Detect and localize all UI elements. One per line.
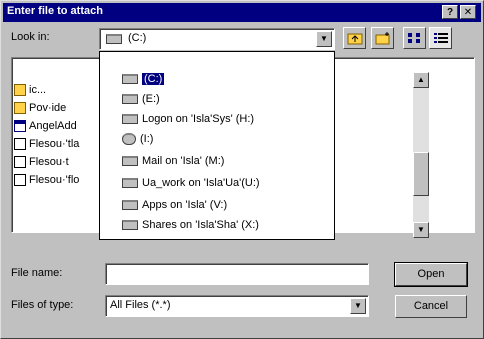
network-drive-icon	[122, 178, 138, 188]
look-in-dropdown-list[interactable]: (C:) (E:) Logon on 'Isla'Sys' (H:) (I:) …	[99, 51, 429, 240]
look-in-combo[interactable]: (C:) ▼	[99, 28, 335, 50]
list-view-icon	[407, 33, 420, 43]
drive-icon	[106, 34, 122, 44]
look-in-value: (C:)	[128, 32, 147, 44]
file-name-input[interactable]	[105, 263, 369, 285]
list-item[interactable]: ic...	[14, 82, 46, 98]
details-view-icon	[433, 33, 448, 43]
list-item[interactable]: Flesou·'tla	[14, 136, 79, 152]
file-type-dropdown-button[interactable]: ▼	[350, 298, 366, 314]
drive-list-item[interactable]: Mail on 'Isla' (M:)	[122, 152, 224, 170]
drive-list-item[interactable]: Apps on 'Isla' (V:)	[122, 196, 227, 214]
attach-file-dialog: Enter file to attach ? ✕ Look in: (C:) ▼	[0, 0, 484, 339]
drive-icon	[122, 74, 138, 84]
cd-drive-icon	[122, 133, 136, 145]
look-in-label: Look in:	[11, 31, 50, 43]
open-button[interactable]: Open	[394, 262, 468, 287]
file-name-label: File name:	[11, 267, 63, 279]
close-button[interactable]: ✕	[460, 5, 476, 19]
file-icon	[14, 156, 26, 168]
folder-icon	[14, 84, 26, 96]
up-one-level-button[interactable]	[343, 27, 366, 49]
scroll-thumb[interactable]	[413, 152, 429, 196]
list-item[interactable]: AngelAdd	[14, 118, 77, 134]
list-item[interactable]: Pov·ide	[14, 100, 66, 116]
folder-icon	[14, 102, 26, 114]
look-in-dropdown-button[interactable]: ▼	[316, 31, 332, 47]
help-button[interactable]: ?	[442, 5, 458, 19]
cancel-button[interactable]: Cancel	[395, 295, 467, 318]
window-title: Enter file to attach	[7, 5, 103, 17]
up-folder-icon	[347, 33, 362, 45]
drive-list-item[interactable]: (E:)	[122, 90, 160, 108]
list-item[interactable]: Flesou·'flo	[14, 172, 79, 188]
document-icon	[14, 120, 26, 132]
drive-icon	[122, 94, 138, 104]
network-drive-icon	[122, 220, 138, 230]
network-drive-icon	[122, 156, 138, 166]
chevron-down-icon: ▼	[354, 301, 362, 310]
chevron-down-icon: ▼	[320, 34, 328, 43]
drive-list-item[interactable]: (I:)	[122, 130, 153, 148]
list-item[interactable]: Flesou·t	[14, 154, 69, 170]
new-folder-button[interactable]	[371, 27, 394, 49]
drive-list-item[interactable]: Ua_work on 'Isla'Ua'(U:)	[122, 174, 260, 192]
dropdown-scrollbar[interactable]: ▲ ▼	[413, 72, 429, 238]
details-view-button[interactable]	[429, 27, 452, 49]
file-icon	[14, 174, 26, 186]
drive-list-item[interactable]: Logon on 'Isla'Sys' (H:)	[122, 110, 254, 128]
network-drive-icon	[122, 200, 138, 210]
drive-list-item[interactable]: Shares on 'Isla'Sha' (X:)	[122, 216, 259, 234]
network-drive-icon	[122, 114, 138, 124]
drive-list-item[interactable]: (C:)	[122, 70, 165, 88]
file-type-value: All Files (*.*)	[110, 299, 171, 311]
scroll-down-button[interactable]: ▼	[413, 222, 429, 238]
file-type-combo[interactable]: All Files (*.*) ▼	[105, 295, 369, 317]
chevron-down-icon: ▼	[417, 225, 425, 234]
title-bar[interactable]: Enter file to attach ? ✕	[3, 3, 481, 22]
file-icon	[14, 138, 26, 150]
list-view-button[interactable]	[403, 27, 426, 49]
chevron-up-icon: ▲	[417, 75, 425, 84]
scroll-up-button[interactable]: ▲	[413, 72, 429, 88]
file-type-label: Files of type:	[11, 299, 74, 311]
new-folder-icon	[375, 32, 389, 45]
